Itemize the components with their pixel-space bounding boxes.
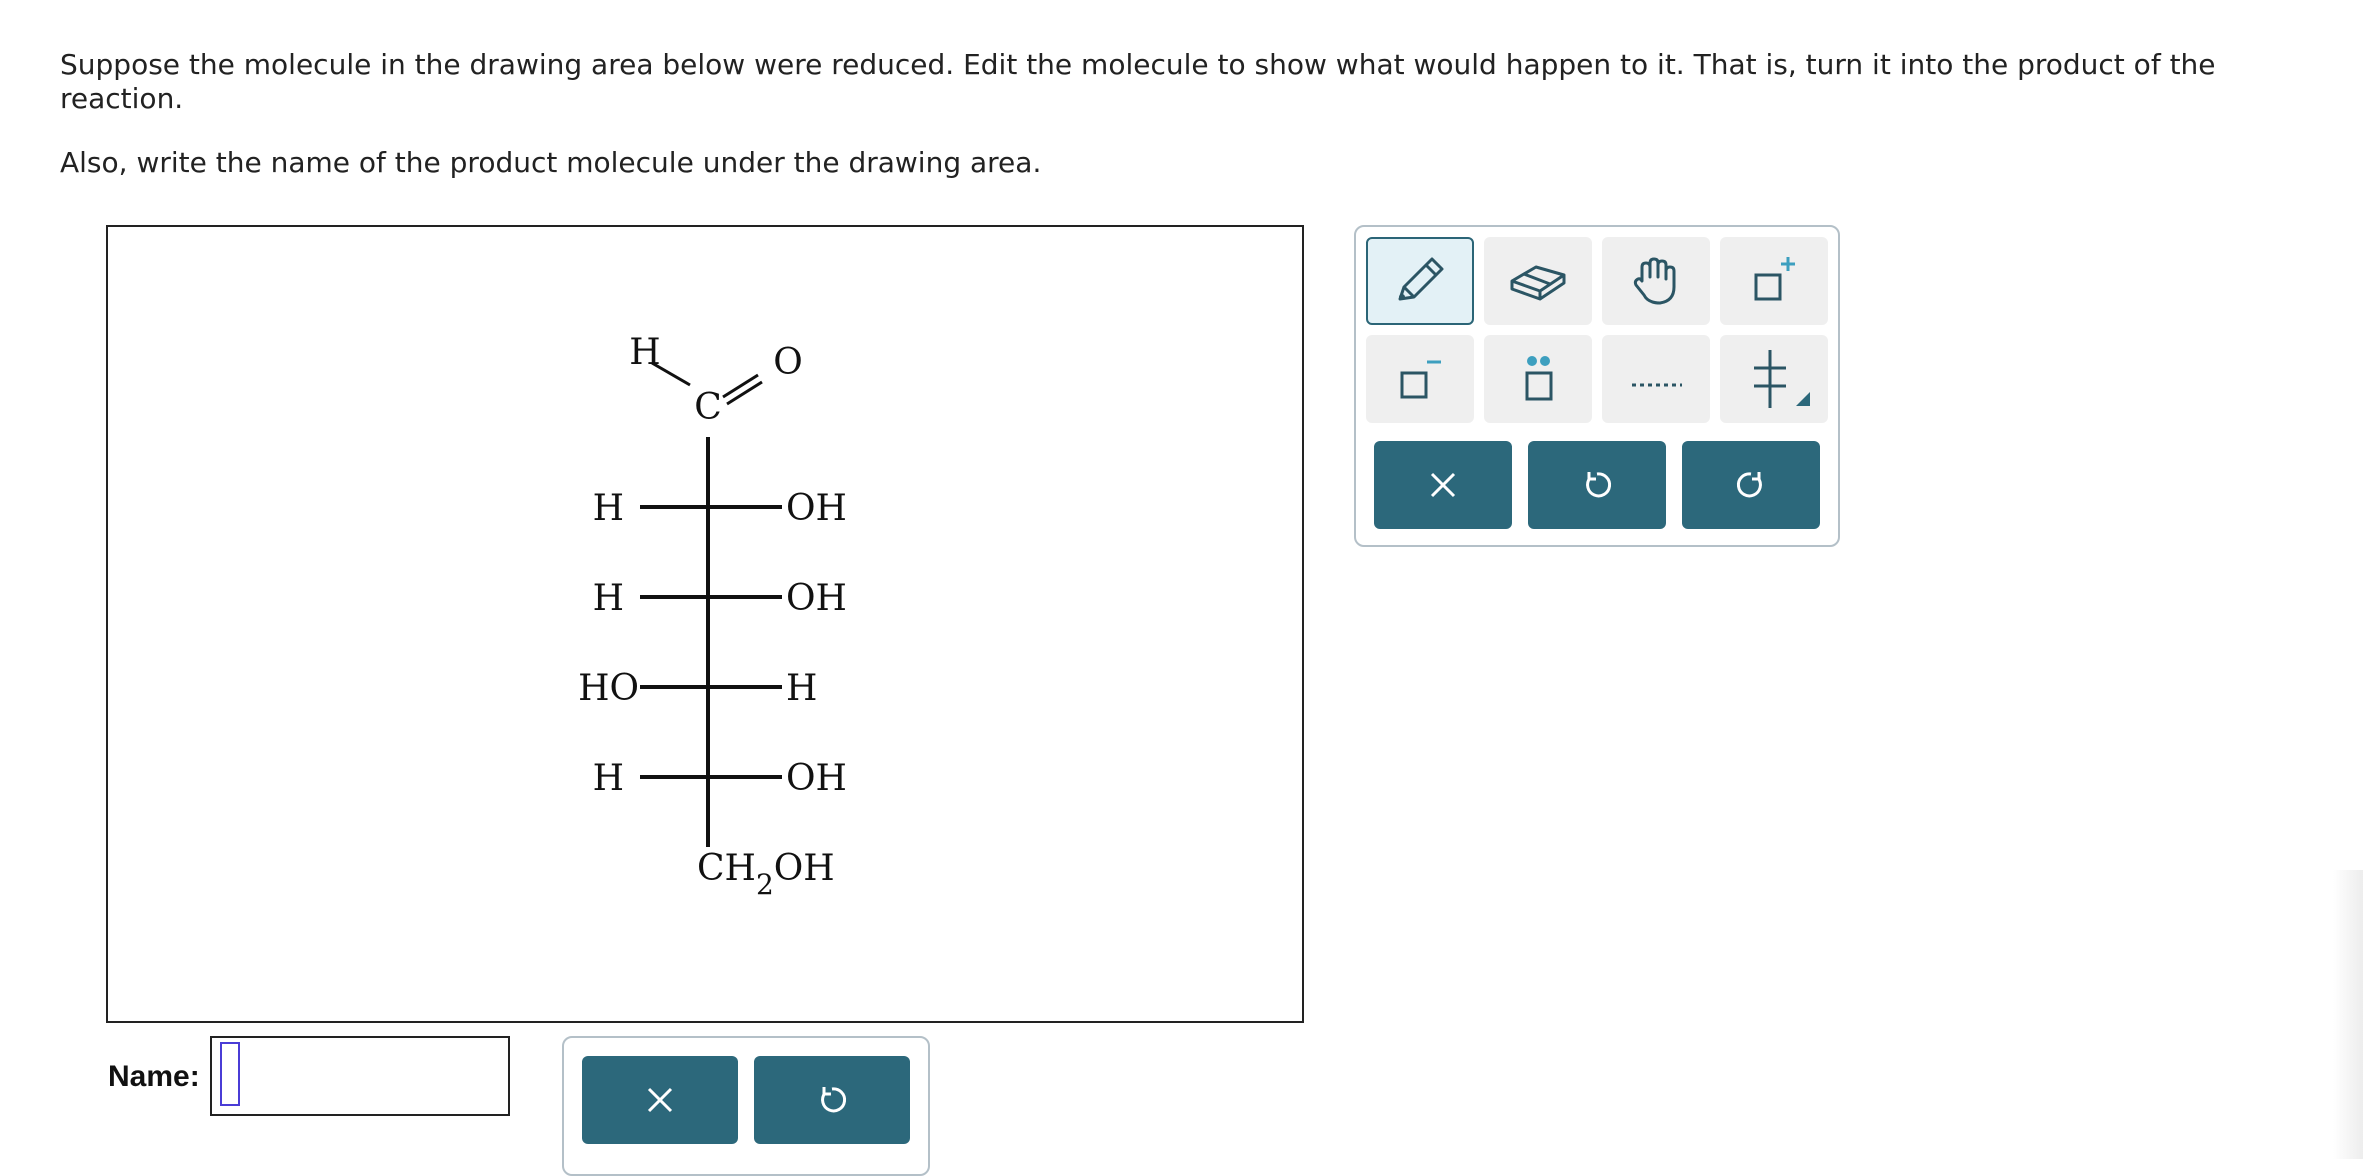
name-toolbar [562, 1036, 930, 1176]
lone-pair-icon [1525, 356, 1553, 401]
add-charge-icon [1754, 257, 1795, 301]
dotted-bond-icon [1632, 383, 1682, 387]
atom-carbonyl-o[interactable]: O [773, 342, 803, 383]
subscript-2: 2 [756, 868, 774, 901]
dotted-bond-tool[interactable] [1602, 335, 1710, 423]
pencil-icon [1398, 257, 1444, 301]
question-text: Suppose the molecule in the drawing area… [60, 48, 2216, 115]
undo-icon [1586, 472, 1612, 498]
row2-right[interactable]: OH [786, 578, 847, 619]
bond-c-o-2[interactable] [726, 380, 763, 406]
atom-h-top[interactable]: H [629, 332, 660, 373]
add-charge-tool[interactable] [1720, 237, 1828, 325]
fischer-cross-tool[interactable] [1720, 335, 1828, 423]
row2-left[interactable]: H [593, 578, 624, 619]
question-instruction: Also, write the name of the product mole… [60, 146, 1042, 179]
fischer-cross-icon [1754, 350, 1810, 408]
eraser-icon [1510, 265, 1566, 301]
scroll-edge-shadow [2333, 870, 2363, 1159]
atom-carbonyl-c[interactable]: C [694, 387, 722, 428]
row1-right[interactable]: OH [786, 488, 847, 529]
atom-ch2oh[interactable]: CH2OH [697, 848, 835, 901]
clear-button[interactable] [1374, 441, 1512, 529]
fischer-projection[interactable]: H C O H OH H OH HO H H OH CH2OH [108, 227, 1302, 1021]
name-label: Name: [108, 1060, 200, 1093]
redo-button[interactable] [1682, 441, 1820, 529]
remove-charge-icon [1400, 360, 1441, 399]
row3-right[interactable]: H [786, 668, 817, 709]
lone-pair-tool[interactable] [1484, 335, 1592, 423]
row4-left[interactable]: H [593, 758, 624, 799]
pencil-tool[interactable] [1366, 237, 1474, 325]
ch-text: CH [697, 848, 756, 889]
hand-tool[interactable] [1602, 237, 1710, 325]
bond-c-o-1[interactable] [722, 373, 759, 399]
name-input[interactable] [210, 1036, 510, 1116]
name-undo-button[interactable] [754, 1056, 910, 1144]
oh-text: OH [774, 848, 835, 889]
clear-icon [647, 1087, 673, 1113]
drawing-area[interactable]: H C O H OH H OH HO H H OH CH2OH [106, 225, 1304, 1023]
clear-icon [1430, 472, 1456, 498]
name-clear-button[interactable] [582, 1056, 738, 1144]
redo-icon [1736, 472, 1762, 498]
row3-left[interactable]: HO [578, 668, 639, 709]
drawing-toolbar [1354, 225, 1840, 547]
row1-left[interactable]: H [593, 488, 624, 529]
undo-icon [821, 1087, 847, 1113]
undo-button[interactable] [1528, 441, 1666, 529]
remove-charge-tool[interactable] [1366, 335, 1474, 423]
text-cursor [220, 1042, 240, 1106]
hand-icon [1633, 257, 1676, 305]
eraser-tool[interactable] [1484, 237, 1592, 325]
row4-right[interactable]: OH [786, 758, 847, 799]
